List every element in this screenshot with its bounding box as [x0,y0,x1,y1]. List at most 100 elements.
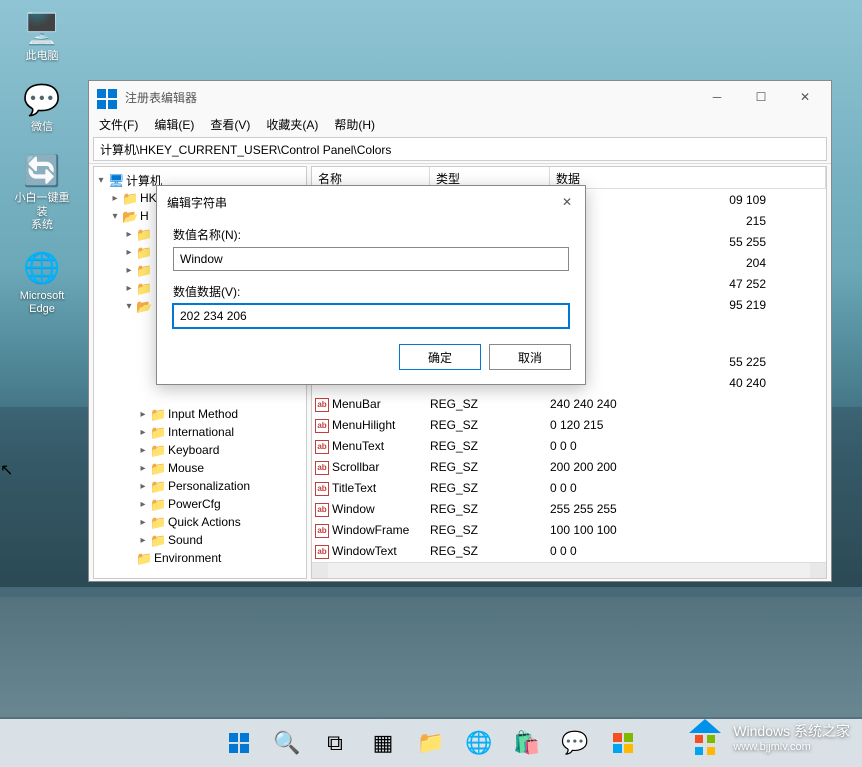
titlebar[interactable]: 注册表编辑器 ─ ☐ ✕ [89,81,831,113]
chevron-icon[interactable]: ▾ [122,301,136,312]
value-type: REG_SZ [430,481,550,495]
value-row-window[interactable]: ab Window REG_SZ 255 255 255 [312,498,826,519]
menu-item[interactable]: 文件(F) [95,114,142,135]
chevron-icon[interactable]: ▸ [108,193,122,204]
value-name: Scrollbar [330,460,430,474]
chevron-icon[interactable]: ▸ [136,517,150,528]
chevron-icon[interactable]: ▸ [136,499,150,510]
chevron-icon[interactable]: ▸ [122,229,136,240]
regedit-icon [97,85,117,109]
widgets-icon[interactable]: ▦ [363,723,403,763]
value-data: 200 200 200 [550,460,826,474]
tree-label: Environment [154,551,221,565]
tree-label: H [140,209,149,223]
value-name: MenuBar [330,397,430,411]
tree-partial[interactable] [94,387,306,405]
tree-folder-quick-actions[interactable]: ▸ 📁 Quick Actions [94,513,306,531]
ok-button[interactable]: 确定 [399,344,481,370]
value-name-label: 数值名称(N): [173,226,569,243]
desktop-icon-wechat[interactable]: 💬 微信 [10,81,74,134]
tree-label: Mouse [168,461,204,475]
tree-folder-powercfg[interactable]: ▸ 📁 PowerCfg [94,495,306,513]
value-name-input[interactable] [173,247,569,271]
desktop-icon-edge[interactable]: 🌐 MicrosoftEdge [10,250,74,316]
folder-icon: 📁 [150,461,166,475]
tree-folder-environment[interactable]: 📁 Environment [94,549,306,567]
column-data[interactable]: 数据 [550,167,826,188]
chevron-icon[interactable]: ▾ [108,211,122,222]
chevron-icon[interactable]: ▸ [122,283,136,294]
wechat-taskbar-icon[interactable]: 💬 [555,723,595,763]
value-row-windowtext[interactable]: ab WindowText REG_SZ 0 0 0 [312,540,826,561]
value-name: TitleText [330,481,430,495]
menu-item[interactable]: 帮助(H) [330,114,379,135]
horizontal-scrollbar[interactable] [312,562,826,578]
value-data: 0 0 0 [550,544,826,558]
chevron-icon[interactable]: ▸ [136,463,150,474]
edit-string-dialog: 编辑字符串 ✕ 数值名称(N): 数值数据(V): 确定 取消 [156,185,586,385]
tree-label: Personalization [168,479,250,493]
value-row-titletext[interactable]: ab TitleText REG_SZ 0 0 0 [312,477,826,498]
tree-folder-international[interactable]: ▸ 📁 International [94,423,306,441]
chevron-icon[interactable]: ▸ [122,247,136,258]
chevron-icon[interactable]: ▸ [136,535,150,546]
watermark-title: Windows 系统之家 [733,721,850,741]
reg-sz-icon: ab [312,522,330,538]
reg-sz-icon: ab [312,417,330,433]
folder-icon: 📁 [136,227,152,241]
menu-item[interactable]: 收藏夹(A) [262,114,322,135]
value-row-menubar[interactable]: ab MenuBar REG_SZ 240 240 240 [312,393,826,414]
reg-sz-icon: ab [312,438,330,454]
value-type: REG_SZ [430,418,550,432]
watermark-url: www.bjjmlv.com [733,741,850,753]
desktop-icon-label: 小白一键重装系统 [10,192,74,232]
chevron-icon[interactable]: ▸ [136,409,150,420]
desktop-icon-label: 此电脑 [26,50,59,63]
value-data: 100 100 100 [550,523,826,537]
edge-icon[interactable]: 🌐 [459,723,499,763]
maximize-button[interactable]: ☐ [739,82,783,112]
chevron-icon[interactable]: ▸ [136,481,150,492]
address-bar[interactable]: 计算机\HKEY_CURRENT_USER\Control Panel\Colo… [93,137,827,161]
search-icon[interactable]: 🔍 [267,723,307,763]
menu-item[interactable]: 查看(V) [206,114,254,135]
watermark-logo-icon [683,715,727,759]
value-row-menuhilight[interactable]: ab MenuHilight REG_SZ 0 120 215 [312,414,826,435]
store-icon[interactable]: 🛍️ [507,723,547,763]
value-type: REG_SZ [430,397,550,411]
value-data-input[interactable] [173,304,569,328]
chevron-icon[interactable]: ▸ [136,427,150,438]
desktop-icon-this-pc[interactable]: 🖥️ 此电脑 [10,10,74,63]
tree-folder-sound[interactable]: ▸ 📁 Sound [94,531,306,549]
value-row-menutext[interactable]: ab MenuText REG_SZ 0 0 0 [312,435,826,456]
tree-folder-keyboard[interactable]: ▸ 📁 Keyboard [94,441,306,459]
folder-icon: 📂 [122,209,138,223]
minimize-button[interactable]: ─ [695,82,739,112]
wechat-icon: 💬 [23,81,61,119]
cursor-icon: ↖ [0,460,13,480]
chevron-icon[interactable]: ▾ [94,175,108,186]
chevron-icon[interactable]: ▸ [136,445,150,456]
tree-folder-input-method[interactable]: ▸ 📁 Input Method [94,405,306,423]
folder-icon: 📁 [122,191,138,205]
reg-sz-icon: ab [312,459,330,475]
file-explorer-icon[interactable]: 📁 [411,723,451,763]
menu-item[interactable]: 编辑(E) [150,114,198,135]
desktop-icon-label: 微信 [31,121,53,134]
close-button[interactable]: ✕ [783,82,827,112]
value-row-windowframe[interactable]: ab WindowFrame REG_SZ 100 100 100 [312,519,826,540]
task-view-icon[interactable]: ⧉ [315,723,355,763]
chevron-icon[interactable]: ▸ [122,265,136,276]
tree-folder-mouse[interactable]: ▸ 📁 Mouse [94,459,306,477]
start-button[interactable] [219,723,259,763]
value-row-scrollbar[interactable]: ab Scrollbar REG_SZ 200 200 200 [312,456,826,477]
dialog-close-button[interactable]: ✕ [555,190,579,214]
folder-icon: 📁 [136,551,152,565]
desktop-icon-xiaobai[interactable]: 🔄 小白一键重装系统 [10,152,74,232]
value-type: REG_SZ [430,544,550,558]
cancel-button[interactable]: 取消 [489,344,571,370]
app-icon[interactable] [603,723,643,763]
tree-folder-personalization[interactable]: ▸ 📁 Personalization [94,477,306,495]
folder-icon: 📁 [150,479,166,493]
tree-label: Input Method [168,407,238,421]
